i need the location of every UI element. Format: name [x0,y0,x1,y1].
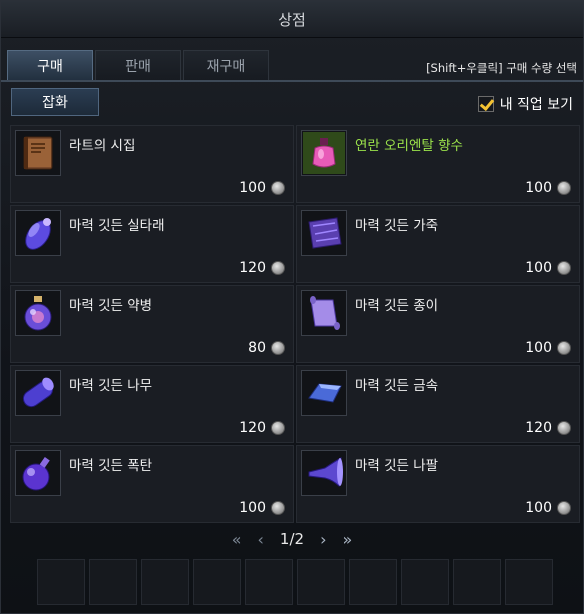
item-price: 120 [239,260,285,276]
item-name: 마력 깃든 폭탄 [69,458,153,474]
silver-coin-icon [557,501,571,515]
silver-coin-icon [271,341,285,355]
inventory-slot[interactable] [349,559,397,605]
item-price: 100 [525,180,571,196]
silver-coin-icon [557,181,571,195]
shop-item-slot[interactable]: 마력 깃든 실타래 120 [10,205,294,283]
item-price: 100 [239,500,285,516]
potion-bottle-icon [15,290,61,336]
price-value: 100 [239,180,266,196]
first-page-icon[interactable]: « [232,530,242,549]
inventory-slot[interactable] [505,559,553,605]
inventory-slot[interactable] [245,559,293,605]
item-grid: 라트의 시집 100 연란 오리엔탈 향수 100 마력 깃든 실타래 120 마력 깃든 … [10,125,580,523]
shop-item-slot[interactable]: 마력 깃든 나무 120 [10,365,294,443]
item-price: 100 [525,260,571,276]
item-name: 마력 깃든 금속 [355,378,439,394]
inventory-slot[interactable] [297,559,345,605]
page-indicator: 1/2 [279,530,305,548]
my-job-label: 내 직업 보기 [499,97,573,113]
tab-rebuy[interactable]: 재구매 [183,50,269,80]
wood-log-icon [15,370,61,416]
item-price: 80 [248,340,285,356]
item-price: 100 [525,500,571,516]
last-page-icon[interactable]: » [342,530,352,549]
inventory-slots [37,559,553,605]
window-title: 상점 [1,1,583,38]
shop-item-slot[interactable]: 마력 깃든 금속 120 [296,365,580,443]
price-value: 100 [525,180,552,196]
item-name: 마력 깃든 나무 [69,378,153,394]
shop-item-slot[interactable]: 마력 깃든 종이 100 [296,285,580,363]
category-filter-button[interactable]: 잡화 [11,88,99,116]
shop-item-slot[interactable]: 라트의 시집 100 [10,125,294,203]
price-value: 80 [248,340,266,356]
silver-coin-icon [271,261,285,275]
item-name: 마력 깃든 약병 [69,298,153,314]
prev-page-icon[interactable]: ‹ [258,530,264,549]
thread-spool-icon [15,210,61,256]
silver-coin-icon [557,261,571,275]
tab-sell[interactable]: 판매 [95,50,181,80]
item-name: 마력 깃든 종이 [355,298,439,314]
item-price: 100 [525,340,571,356]
item-price: 120 [525,420,571,436]
perfume-icon [301,130,347,176]
horn-icon [301,450,347,496]
price-value: 120 [239,260,266,276]
tab-buy[interactable]: 구매 [7,50,93,80]
shop-item-slot[interactable]: 마력 깃든 약병 80 [10,285,294,363]
silver-coin-icon [557,421,571,435]
book-icon [15,130,61,176]
item-name: 마력 깃든 가죽 [355,218,439,234]
leather-icon [301,210,347,256]
paper-scroll-icon [301,290,347,336]
price-value: 120 [239,420,266,436]
shop-item-slot[interactable]: 마력 깃든 폭탄 100 [10,445,294,523]
inventory-slot[interactable] [37,559,85,605]
silver-coin-icon [557,341,571,355]
item-name: 마력 깃든 나팔 [355,458,439,474]
item-price: 120 [239,420,285,436]
silver-coin-icon [271,501,285,515]
item-name: 라트의 시집 [69,138,136,154]
my-job-toggle[interactable]: 내 직업 보기 [477,94,573,114]
item-price: 100 [239,180,285,196]
silver-coin-icon [271,421,285,435]
inventory-slot[interactable] [401,559,449,605]
inventory-slot[interactable] [453,559,501,605]
inventory-slot[interactable] [89,559,137,605]
item-name: 연란 오리엔탈 향수 [355,138,463,154]
tab-bar: 구매 판매 재구매 [Shift+우클릭] 구매 수량 선택 [1,44,583,82]
inventory-slot[interactable] [141,559,189,605]
metal-ingot-icon [301,370,347,416]
quantity-hint: [Shift+우클릭] 구매 수량 선택 [426,61,577,75]
shop-window: 상점 구매 판매 재구매 [Shift+우클릭] 구매 수량 선택 잡화 내 직… [0,0,584,614]
shop-item-slot[interactable]: 마력 깃든 나팔 100 [296,445,580,523]
shop-item-slot[interactable]: 연란 오리엔탈 향수 100 [296,125,580,203]
price-value: 100 [239,500,266,516]
inventory-slot[interactable] [193,559,241,605]
price-value: 100 [525,260,552,276]
shop-item-slot[interactable]: 마력 깃든 가죽 100 [296,205,580,283]
price-value: 100 [525,340,552,356]
pagination: « ‹ 1/2 › » [1,527,583,551]
price-value: 120 [525,420,552,436]
item-name: 마력 깃든 실타래 [69,218,165,234]
bomb-icon [15,450,61,496]
price-value: 100 [525,500,552,516]
next-page-icon[interactable]: › [320,530,326,549]
my-job-checkbox[interactable] [477,96,494,112]
filter-row: 잡화 내 직업 보기 [1,82,583,122]
silver-coin-icon [271,181,285,195]
